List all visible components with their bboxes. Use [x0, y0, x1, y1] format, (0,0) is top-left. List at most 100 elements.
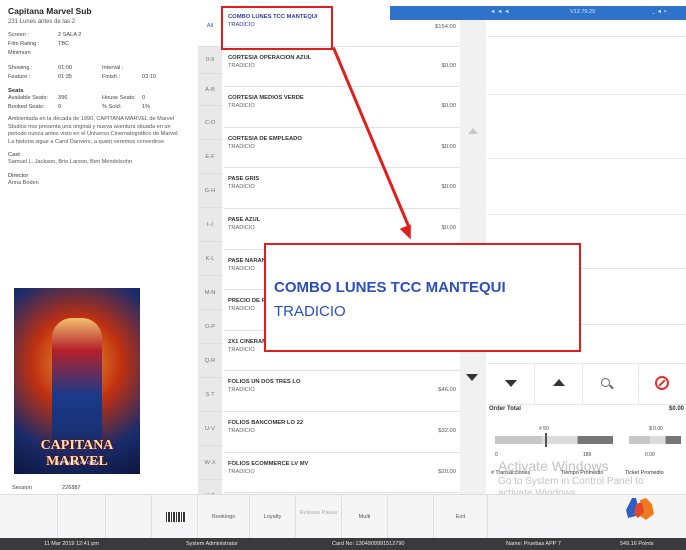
search-icon-handle	[609, 384, 614, 390]
letter-s-t[interactable]: S-T	[198, 378, 222, 412]
toolbar-blank-button[interactable]	[106, 495, 152, 539]
gauge-marker	[545, 433, 547, 447]
gauge-bar	[495, 436, 613, 444]
order-scroll-up-button[interactable]	[535, 364, 583, 404]
movie-description: Ambientada en la década de 1990, CAPITAN…	[8, 116, 180, 145]
showing-label: Showing :	[8, 65, 33, 71]
list-item[interactable]: FOLIOS UN DOS TRES LO TRADICIO $46.00	[224, 371, 460, 412]
item-type: TRADICIO	[228, 103, 255, 110]
letter-i-j[interactable]: I-J	[198, 208, 222, 242]
item-name: PASE GRIS	[228, 176, 260, 183]
film-rating-value: TBC	[58, 41, 70, 47]
letter-o-p[interactable]: O-P	[198, 310, 222, 344]
titlebar-window-controls[interactable]: _ ◄ ×	[652, 9, 667, 15]
order-total-divider	[487, 404, 686, 405]
booked-seats-label: Booked Seats:	[8, 104, 45, 110]
list-item[interactable]: CORTESIA DE EMPLEADO TRADICIO $0.00	[224, 127, 460, 169]
available-seats-label: Available Seats:	[8, 95, 49, 101]
order-total-label: Order Total	[489, 406, 521, 412]
order-scroll-down-button[interactable]	[487, 364, 535, 404]
letter-0-9[interactable]: 0-9	[198, 47, 222, 74]
list-item[interactable]: FOLIOS BANCOMER LO 22 TRADICIO $32.00	[224, 411, 460, 453]
letter-a-b[interactable]: A-B	[198, 74, 222, 106]
finish-value: 03:10	[142, 74, 156, 80]
status-customer-name: Name: Pruebas APP 7	[506, 541, 561, 547]
window-titlebar: ◄ ◄ ◄ V12.79.29 _ ◄ ×	[390, 6, 686, 20]
letter-u-v[interactable]: U-V	[198, 412, 222, 446]
item-type: TRADICIO	[228, 387, 255, 394]
poster-figure	[52, 318, 102, 448]
callout-item-name: COMBO LUNES TCC MANTEQUI	[274, 279, 506, 296]
item-price: $0.00	[441, 143, 456, 150]
toolbar-blank-button[interactable]	[58, 495, 106, 539]
sold-label: % Sold:	[102, 104, 122, 110]
item-price: $46.00	[438, 387, 456, 394]
callout-item-type: TRADICIO	[274, 303, 346, 320]
titlebar-nav-icons[interactable]: ◄ ◄ ◄	[490, 9, 509, 15]
movie-poster: CAPITANA MARVEL 8 DE MARZO EN CINES	[14, 288, 140, 474]
movie-title: Capitana Marvel Sub	[8, 6, 92, 16]
letter-m-n[interactable]: M-N	[198, 276, 222, 310]
letter-q-r[interactable]: Q-R	[198, 344, 222, 378]
item-price: $20.00	[438, 468, 456, 475]
exit-button[interactable]: Exit	[434, 495, 488, 539]
toolbar-blank-button[interactable]	[388, 495, 434, 539]
titlebar-version: V12.79.29	[570, 9, 596, 15]
status-user: System Administrator	[186, 541, 238, 547]
arrow-up-icon	[553, 379, 565, 386]
gauge3-top-label: $ 0.00	[649, 426, 663, 432]
loyalty-button[interactable]: Loyalty	[250, 495, 296, 539]
barcode-button[interactable]	[152, 495, 198, 539]
cast-list: Samuel L. Jackson, Brie Larson, Ben Mend…	[8, 159, 133, 166]
gauge2-value: 0.00	[645, 452, 655, 458]
zoom-callout: COMBO LUNES TCC MANTEQUI TRADICIO	[264, 243, 581, 352]
release-pause-button[interactable]: Release Pause	[296, 495, 342, 539]
gauge-top-label: # 50	[539, 426, 549, 432]
activation-watermark: Activate Windows	[498, 458, 609, 474]
scroll-up-icon[interactable]	[468, 128, 478, 134]
letter-k-l[interactable]: K-L	[198, 242, 222, 276]
arrow-down-icon	[505, 380, 517, 387]
item-name: PASE AZUL	[228, 216, 261, 223]
item-type: TRADICIO	[228, 468, 255, 475]
screen-value: 2 SALA 2	[58, 32, 82, 38]
multi-button[interactable]: Multi	[342, 495, 388, 539]
transactions-gauge	[495, 433, 613, 447]
showing-value: 01:00	[58, 65, 72, 71]
scroll-down-icon[interactable]	[466, 374, 478, 381]
item-type: TRADICIO	[228, 184, 255, 191]
house-seats-label: House Seats:	[102, 95, 136, 101]
letter-w-x[interactable]: W-X	[198, 446, 222, 480]
cast-heading: Cast	[8, 152, 20, 159]
minimum-label: Minimum	[8, 50, 31, 56]
list-item[interactable]: PASE GRIS TRADICIO $0.00	[224, 168, 460, 209]
bottom-toolbar: Bookings Loyalty Release Pause Multi Exi…	[0, 494, 686, 539]
order-line-divider	[487, 94, 686, 95]
letter-all[interactable]: All	[198, 6, 222, 47]
list-item[interactable]: CORTESIA MEDIOS VERDE TRADICIO $0.00	[224, 87, 460, 128]
gauge-bar	[629, 436, 681, 444]
letter-g-h[interactable]: G-H	[198, 174, 222, 208]
cancel-button[interactable]	[639, 364, 686, 404]
list-item[interactable]: FOLIOS ECOMMERCE LV MV TRADICIO $20.00	[224, 452, 460, 494]
item-name: FOLIOS BANCOMER LO 22	[228, 419, 304, 426]
item-name: FOLIOS UN DOS TRES LO	[228, 379, 301, 386]
toolbar-blank-button[interactable]	[0, 495, 58, 539]
director-heading: Director	[8, 172, 29, 179]
order-line-divider	[487, 158, 686, 159]
item-price: $0.00	[441, 184, 456, 191]
director-name: Anna Boden	[8, 179, 39, 186]
order-total-value: $0.00	[668, 406, 684, 412]
item-type: TRADICIO	[228, 143, 255, 150]
letter-e-f[interactable]: E-F	[198, 140, 222, 174]
house-seats-value: 0	[142, 95, 146, 101]
search-button[interactable]	[583, 364, 639, 404]
session-label: Session	[12, 485, 32, 491]
status-datetime: 11 Mar 2019 12:41 pm	[44, 541, 99, 547]
bookings-button[interactable]: Bookings	[198, 495, 250, 539]
barcode-icon	[166, 512, 186, 522]
letter-c-d[interactable]: C-D	[198, 106, 222, 140]
item-type: TRADICIO	[228, 224, 255, 231]
item-price: $0.00	[441, 224, 456, 231]
interval-label: Interval :	[102, 65, 124, 71]
